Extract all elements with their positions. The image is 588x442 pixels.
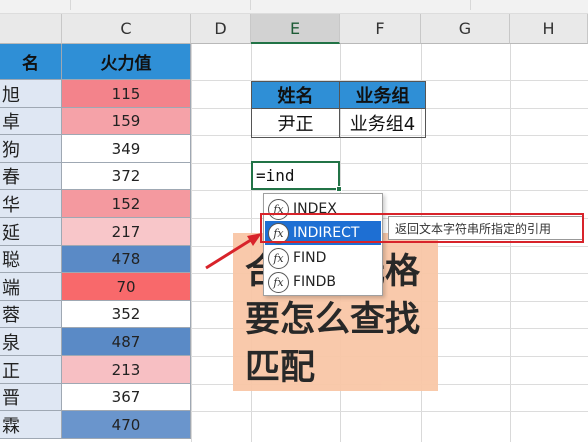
spreadsheet: C D E F G H 名 火力值 旭 115 卓 159 狗 349 春 372 华 152 延 2… xyxy=(0,0,588,442)
callout-arrow-icon xyxy=(205,233,262,270)
